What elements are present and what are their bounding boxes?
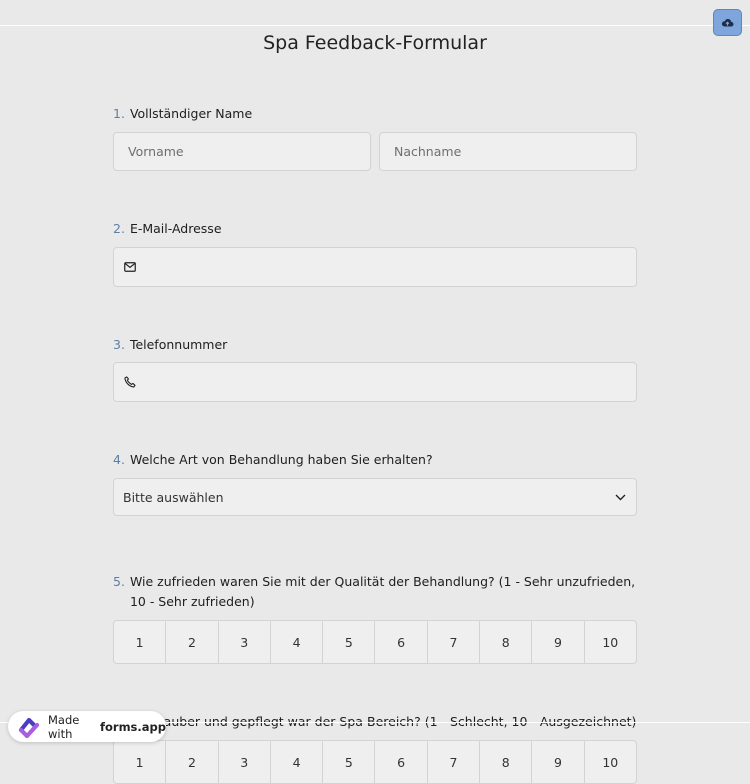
rating-option[interactable]: 7 [428,621,481,663]
rating-option[interactable]: 10 [585,741,636,783]
last-name-input[interactable] [379,132,637,171]
phone-icon [124,376,136,388]
rating-option[interactable]: 8 [480,741,533,783]
badge-brand: forms.app [100,719,166,734]
rating-option[interactable]: 4 [271,621,324,663]
rating-option[interactable]: 8 [480,621,533,663]
page-title: Spa Feedback-Formular [263,32,487,54]
phone-input[interactable] [144,362,622,402]
rating-option[interactable]: 2 [166,741,219,783]
envelope-icon [124,262,136,272]
rating-option[interactable]: 6 [375,621,428,663]
rating-option[interactable]: 6 [375,741,428,783]
rating-option[interactable]: 7 [428,741,481,783]
rating-option[interactable]: 10 [585,621,636,663]
treatment-select-value: Bitte auswählen [123,489,224,505]
email-field[interactable] [113,247,637,287]
rating-option[interactable]: 5 [323,621,376,663]
rating-option[interactable]: 1 [114,741,167,783]
question-label-quality: 5. Wie zufrieden waren Sie mit der Qualit… [113,574,636,609]
question-label-phone: 3. Telefonnummer [113,337,228,352]
quality-rating-scale[interactable]: 1 2 3 4 5 6 7 8 9 10 [113,620,637,664]
treatment-select[interactable]: Bitte auswählen [113,478,637,516]
rating-option[interactable]: 3 [219,741,271,783]
phone-field[interactable] [113,362,637,402]
question-label-full-name: 1. Vollständiger Name [113,106,253,121]
first-name-input[interactable] [113,132,371,171]
rating-option[interactable]: 2 [166,621,219,663]
rating-option[interactable]: 5 [323,741,376,783]
rating-option[interactable]: 1 [114,621,167,663]
top-divider [0,25,750,26]
badge-prefix: Made with [48,712,80,741]
question-label-email: 2. E-Mail-Adresse [113,221,222,236]
cleanliness-rating-scale[interactable]: 1 2 3 4 5 6 7 8 9 10 [113,740,637,784]
rating-option[interactable]: 3 [219,621,271,663]
made-with-forms-app-badge[interactable]: Made with forms.app [8,711,166,742]
forms-app-logo-icon [16,716,42,738]
cloud-upload-icon [721,19,734,27]
rating-option[interactable]: 4 [271,741,324,783]
chevron-down-icon [615,494,626,500]
rating-option[interactable]: 9 [532,621,585,663]
question-label-treatment: 4. Welche Art von Behandlung haben Sie er… [113,452,433,467]
email-input[interactable] [144,247,622,287]
rating-option[interactable]: 9 [532,741,585,783]
